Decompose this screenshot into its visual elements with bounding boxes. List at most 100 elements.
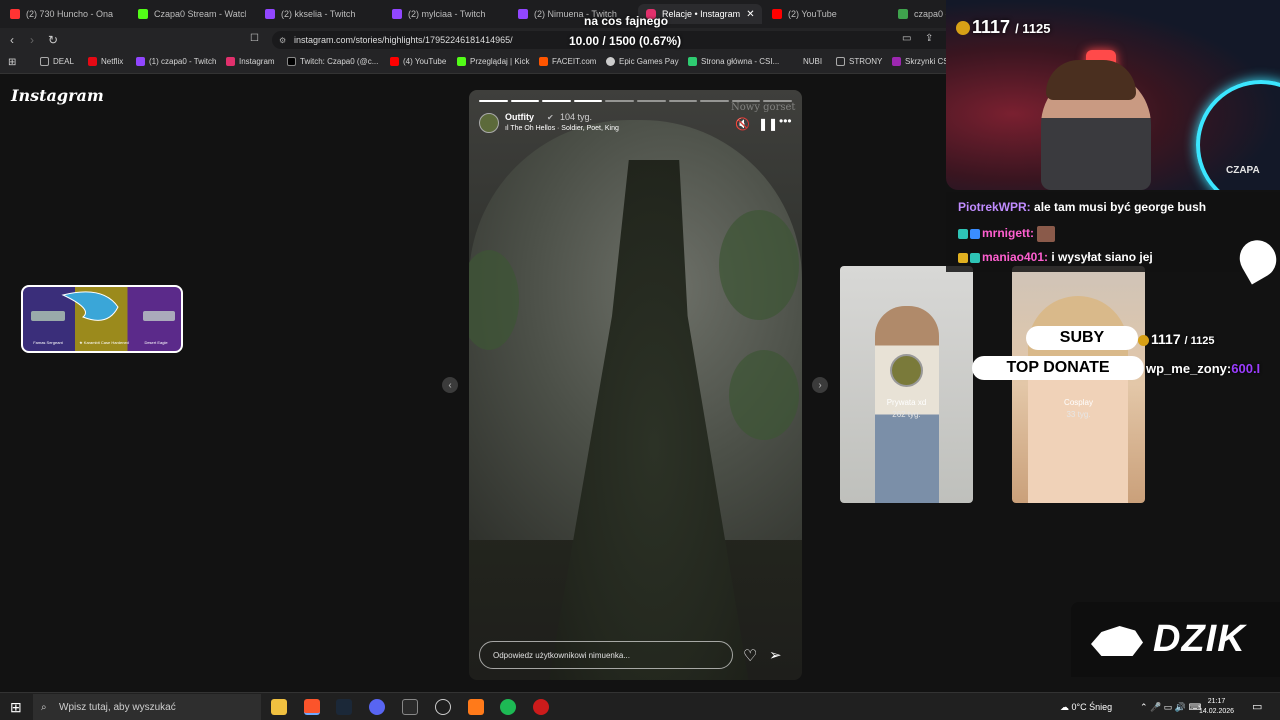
bookmark-strony[interactable]: STRONY: [836, 57, 882, 66]
send-icon[interactable]: ➢: [769, 646, 782, 664]
bookmark-epic[interactable]: Epic Games Pay: [606, 57, 679, 66]
twitch-icon: [392, 9, 402, 19]
pause-icon[interactable]: ❚❚: [758, 117, 778, 131]
famas-label: Famas Sergeant: [33, 340, 63, 345]
sub-goal-counter: 1117 / 1125: [956, 17, 1051, 38]
screen-icon[interactable]: ▭: [902, 33, 911, 44]
song-title: The Oh Hellos · Soldier, Poet, King: [510, 125, 619, 132]
tab-czapa-kick[interactable]: Czapa0 Stream - Watch Li: [138, 4, 246, 24]
progress-segment: [700, 100, 729, 102]
bookmark-csi[interactable]: Strona główna - CSI...: [688, 57, 779, 66]
tab-czapa-s[interactable]: czapa0 - s: [898, 4, 946, 24]
tab-label: czapa0 - s: [914, 9, 946, 19]
chat-user: maniao401:: [982, 250, 1049, 264]
next-story-button[interactable]: ›: [812, 377, 828, 393]
bookmark-label: Strona główna - CSI...: [701, 57, 780, 66]
skin-highlight-card: Famas Sergeant ★ Karambit Case Hardened …: [21, 285, 183, 353]
side-story-prywata[interactable]: Prywata xd 262 tyg.: [840, 266, 973, 503]
plant: [729, 350, 799, 440]
obs-icon[interactable]: [435, 699, 451, 715]
search-icon: ⌕: [41, 701, 47, 713]
reload-icon[interactable]: ↻: [48, 33, 58, 47]
forward-icon[interactable]: ›: [30, 33, 34, 47]
tray-icons[interactable]: ⌃ 🎤 ▭ 🔊 ⌨: [1140, 702, 1201, 713]
crown-icon: [958, 252, 968, 263]
badge-icon: [958, 229, 968, 239]
bookmark-label: (4) YouTube: [403, 57, 447, 66]
epic-games-icon[interactable]: [402, 699, 418, 715]
karambit-label: ★ Karambit Case Hardened: [79, 340, 129, 345]
badge-icon: [970, 252, 980, 263]
steam-icon[interactable]: [336, 699, 352, 715]
tab-label: Czapa0 Stream - Watch Li: [154, 9, 246, 19]
spotify-icon[interactable]: [500, 699, 516, 715]
sponsor-name: DZIK: [1153, 618, 1246, 660]
progress-segment: [731, 100, 761, 102]
youtube-icon: [10, 9, 20, 19]
weather-text: 0°C Śnieg: [1071, 702, 1113, 712]
bookmark-label: NUBI: [803, 57, 823, 66]
webcam-overlay: 1117 / 1125 CZAPA: [946, 0, 1280, 190]
bookmark-label: (1) czapa0 - Twitch: [149, 57, 217, 66]
apps-grid-icon[interactable]: ⊞: [8, 57, 16, 68]
discord-icon[interactable]: [369, 699, 385, 715]
tab-mylciaa[interactable]: (2) mylciaa - Twitch: [392, 4, 500, 24]
bookmark-label: Netflix: [101, 57, 124, 66]
weather-widget[interactable]: ☁ 0°C Śnieg: [1060, 702, 1112, 713]
story-name: Cosplay: [1064, 398, 1093, 407]
tab-kkselia[interactable]: (2) kkselia - Twitch: [265, 4, 373, 24]
avatar[interactable]: [479, 113, 499, 133]
story-username[interactable]: Outfity: [505, 112, 534, 122]
taskbar-search[interactable]: ⌕ Wpisz tutaj, aby wyszukać: [33, 694, 261, 720]
side-story-cosplay[interactable]: Cosplay 33 tyg.: [1012, 266, 1145, 503]
reply-input[interactable]: Odpowiedz użytkownikowi nimuenka...: [479, 641, 733, 669]
file-explorer-icon[interactable]: [271, 699, 287, 715]
story-header: Outfity ✔ 104 tyg. ıl The Oh Hellos · So…: [479, 110, 792, 136]
tab-youtube[interactable]: (2) YouTube: [772, 4, 882, 24]
notifications-icon[interactable]: ▭: [1252, 700, 1262, 713]
more-options-icon[interactable]: •••: [779, 114, 792, 128]
tab-label: Relacje • Instagram: [662, 9, 741, 19]
bookmark-faceit[interactable]: FACEIT.com: [539, 57, 596, 66]
back-icon[interactable]: ‹: [10, 33, 14, 47]
tiktok-icon: [287, 57, 296, 66]
bookmark-label: Instagram: [239, 57, 275, 66]
emote-icon: [1037, 226, 1056, 242]
bookmark-label: Skrzynki CS: [905, 57, 949, 66]
close-tab-icon[interactable]: ✕: [746, 9, 754, 20]
stream-donation-progress: 10.00 / 1500 (0.67%): [569, 34, 682, 48]
bookmark-youtube[interactable]: (4) YouTube: [390, 57, 446, 66]
bookmark-icon[interactable]: ☐: [250, 33, 259, 44]
bookmark-tiktok[interactable]: Twitch: Czapa0 (@c...: [287, 57, 378, 66]
site-info-icon[interactable]: ⚙: [279, 36, 286, 45]
bookmark-kick[interactable]: Przeglądaj | Kick: [457, 57, 529, 66]
bookmark-nubi[interactable]: NUBI: [790, 57, 822, 66]
story-song[interactable]: ıl The Oh Hellos · Soldier, Poet, King: [505, 125, 619, 132]
share-icon[interactable]: ⇪: [925, 33, 933, 44]
search-placeholder: Wpisz tutaj, aby wyszukać: [59, 701, 176, 713]
taskbar-clock[interactable]: 21:17 14.02.2026: [1199, 697, 1234, 717]
bookmark-netflix[interactable]: Netflix: [88, 57, 123, 66]
boar-icon: [1091, 626, 1143, 656]
blank-icon: [790, 57, 799, 66]
progress-segment: [636, 100, 666, 102]
bookmark-skrzynki[interactable]: Skrzynki CS: [892, 57, 949, 66]
mute-icon[interactable]: 🔇: [735, 117, 750, 131]
progress-segment: [542, 100, 571, 102]
stream-overlay-title: na cos fajnego: [584, 14, 669, 28]
heart-icon[interactable]: ♡: [743, 646, 757, 666]
windows-start-icon[interactable]: ⊞: [10, 699, 22, 716]
bookmark-deal[interactable]: DEAL: [40, 57, 74, 66]
instagram-logo[interactable]: Instagram: [11, 86, 104, 105]
opera-icon[interactable]: [533, 699, 549, 715]
bookmark-twitch-czapa[interactable]: (1) czapa0 - Twitch: [136, 57, 216, 66]
brave-icon[interactable]: [304, 699, 320, 715]
previous-story-button[interactable]: ‹: [442, 377, 458, 393]
donor-name: wp_me_zony:: [1146, 361, 1232, 376]
faceit-icon: [539, 57, 548, 66]
bookmark-instagram[interactable]: Instagram: [226, 57, 275, 66]
clock-date: 14.02.2026: [1199, 708, 1235, 715]
story-viewer[interactable]: Nowy gorset Outfity ✔ 104 tyg. ıl The Oh…: [469, 90, 802, 680]
tab-huncho[interactable]: (2) 730 Huncho - Ona: [10, 4, 118, 24]
app-icon[interactable]: [468, 699, 484, 715]
